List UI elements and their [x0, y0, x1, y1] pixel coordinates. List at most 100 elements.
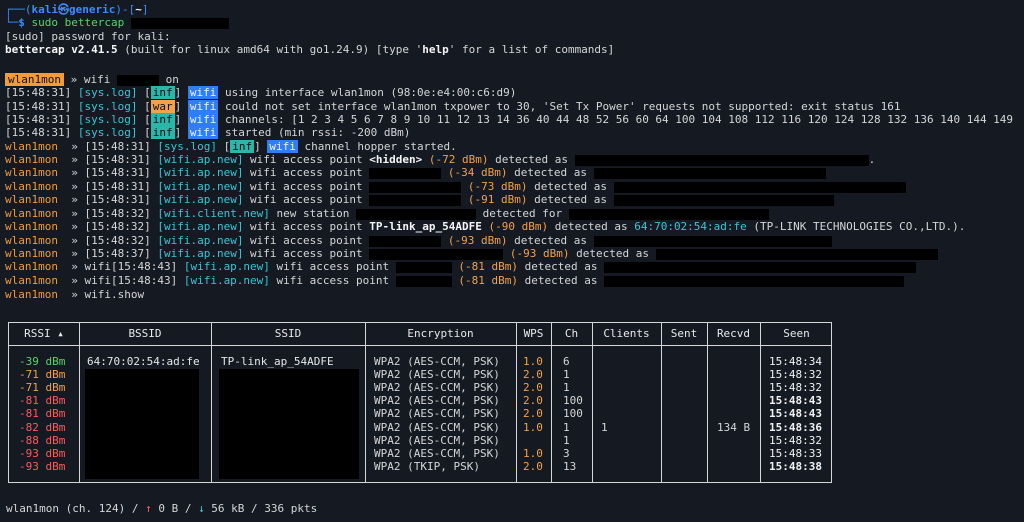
- cell-enc: WPA2 (AES-CCM, PSK): [374, 446, 500, 460]
- event-line: wlan1mon » wifi[15:48:43] [wifi.ap.new] …: [5, 260, 917, 273]
- cell-wps: 1.0: [523, 355, 543, 368]
- cell-wps: 2.0: [523, 381, 543, 395]
- event-line: wlan1mon » [15:48:31] [wifi.ap.new] wifi…: [5, 153, 876, 166]
- cell-seen: 15:48:32: [769, 433, 822, 447]
- status-bar: wlan1mon (ch. 124) / ↑ 0 B / ↓ 56 kB / 3…: [6, 502, 318, 515]
- event-line: wlan1mon » [15:48:31] [wifi.ap.new] wifi…: [5, 166, 826, 179]
- cell-wps: 2.0: [523, 394, 543, 408]
- wifi-on-command: wlan1mon » wifi on: [5, 73, 179, 86]
- col-header-ssid[interactable]: SSID: [211, 327, 365, 341]
- redacted-block: [395, 275, 452, 287]
- cell-enc: WPA2 (TKIP, PSK): [374, 459, 480, 473]
- col-header-encryption[interactable]: Encryption: [365, 327, 516, 341]
- redacted-block: [116, 74, 159, 86]
- cell-enc: WPA2 (AES-CCM, PSK): [374, 368, 500, 382]
- prompt-user-host: kali㉿generic: [31, 3, 116, 16]
- col-header-bssid[interactable]: BSSID: [79, 327, 211, 341]
- cell-rssi: -93 dBm: [19, 459, 66, 473]
- redacted-block: [369, 235, 442, 247]
- cell-ch: 1: [563, 368, 570, 382]
- cell-rssi: -71 dBm: [19, 368, 66, 382]
- cell-seen: 15:48:32: [769, 368, 822, 382]
- cell-rssi: -93 dBm: [19, 446, 66, 460]
- cell-rssi: -81 dBm: [19, 394, 66, 408]
- col-header-wps[interactable]: WPS: [516, 327, 551, 341]
- cell-rssi: -39 dBm: [19, 355, 66, 368]
- col-header-recvd[interactable]: Recvd: [707, 327, 760, 341]
- event-line: wlan1mon » wifi[15:48:43] [wifi.ap.new] …: [5, 274, 905, 287]
- redacted-block: [613, 194, 834, 206]
- cell-clients: 1: [601, 420, 608, 434]
- cell-rssi: -88 dBm: [19, 433, 66, 447]
- log-line: [15:48:31] [sys.log] [inf] wifi using in…: [5, 86, 517, 99]
- col-header-rssi[interactable]: RSSI ▴: [9, 327, 79, 341]
- cell-enc: WPA2 (AES-CCM, PSK): [374, 355, 500, 368]
- cell-seen: 15:48:43: [769, 407, 822, 421]
- cell-recvd: 134 B: [717, 420, 751, 434]
- cell-ch: 3: [563, 446, 570, 460]
- cell-enc: WPA2 (AES-CCM, PSK): [374, 420, 500, 434]
- command-line: └─$ sudo bettercap: [5, 16, 229, 29]
- cell-ssid: TP-link_ap_54ADFE: [221, 355, 334, 368]
- cell-wps: 1.0: [523, 446, 543, 460]
- bettercap-banner: bettercap v2.41.5 (built for linux amd64…: [5, 43, 615, 56]
- cell-seen: 15:48:33: [769, 446, 822, 460]
- log-line: [15:48:31] [sys.log] [war] wifi could no…: [5, 100, 901, 113]
- cell-ch: 100: [563, 407, 583, 421]
- cell-seen: 15:48:38: [769, 459, 822, 473]
- prompt-cwd: ~: [135, 3, 142, 16]
- redacted-block: [568, 208, 769, 220]
- cell-ch: 100: [563, 394, 583, 408]
- cell-bssid: 64:70:02:54:ad:fe: [87, 355, 200, 368]
- redacted-block: [219, 369, 359, 479]
- cell-rssi: -71 dBm: [19, 381, 66, 395]
- cell-seen: 15:48:36: [769, 420, 822, 434]
- terminal-window[interactable]: { "prompt": { "user_host": "kali\u327fge…: [0, 0, 1024, 522]
- redacted-block: [369, 248, 504, 260]
- redacted-block: [369, 194, 462, 206]
- prompt-line: ┌──(kali㉿generic)-[~]: [5, 3, 149, 16]
- redacted-block: [604, 275, 905, 287]
- cell-ch: 6: [563, 355, 570, 368]
- col-header-clients[interactable]: Clients: [592, 327, 661, 341]
- event-line: wlan1mon » [15:48:32] [wifi.ap.new] wifi…: [5, 220, 966, 233]
- event-line: wlan1mon » [15:48:37] [wifi.ap.new] wifi…: [5, 247, 938, 260]
- cell-seen: 15:48:34: [769, 355, 822, 368]
- cell-wps: 2.0: [523, 459, 543, 473]
- cell-enc: WPA2 (AES-CCM, PSK): [374, 433, 500, 447]
- cell-ch: 1: [563, 420, 570, 434]
- cell-seen: 15:48:32: [769, 381, 822, 395]
- cell-rssi: -82 dBm: [19, 420, 66, 434]
- log-line: [15:48:31] [sys.log] [inf] wifi started …: [5, 126, 411, 139]
- cell-wps: 1.0: [523, 420, 543, 434]
- upload-arrow-icon: ↑: [145, 502, 152, 515]
- redacted-block: [574, 154, 869, 166]
- event-line: wlan1mon » [15:48:31] [sys.log] [inf] wi…: [5, 140, 457, 153]
- access-points-table: RSSI ▴ BSSID SSID Encryption WPS Ch Clie…: [8, 322, 832, 483]
- redacted-block: [130, 17, 229, 29]
- event-line: wlan1mon » [15:48:31] [wifi.ap.new] wifi…: [5, 193, 834, 206]
- log-line: [15:48:31] [sys.log] [inf] wifi channels…: [5, 113, 1014, 126]
- redacted-block: [604, 261, 917, 273]
- wifi-show-command: wlan1mon » wifi.show: [5, 288, 145, 301]
- cell-enc: WPA2 (AES-CCM, PSK): [374, 381, 500, 395]
- col-header-sent[interactable]: Sent: [661, 327, 707, 341]
- event-line: wlan1mon » [15:48:32] [wifi.ap.new] wifi…: [5, 234, 832, 247]
- redacted-block: [613, 181, 906, 193]
- cell-enc: WPA2 (AES-CCM, PSK): [374, 394, 500, 408]
- redacted-block: [593, 167, 826, 179]
- redacted-block: [395, 261, 452, 273]
- redacted-block: [655, 248, 938, 260]
- col-header-ch[interactable]: Ch: [551, 327, 592, 341]
- col-header-seen[interactable]: Seen: [760, 327, 833, 341]
- cell-ch: 1: [563, 433, 570, 447]
- typed-command: sudo bettercap: [31, 16, 125, 29]
- event-line: wlan1mon » [15:48:31] [wifi.ap.new] wifi…: [5, 180, 906, 193]
- iface-prompt: wlan1mon: [5, 73, 64, 86]
- cell-wps: 2.0: [523, 407, 543, 421]
- download-arrow-icon: ↓: [198, 502, 205, 515]
- redacted-block: [593, 235, 832, 247]
- cell-rssi: -81 dBm: [19, 407, 66, 421]
- cell-wps: 2.0: [523, 368, 543, 382]
- cell-ch: 1: [563, 381, 570, 395]
